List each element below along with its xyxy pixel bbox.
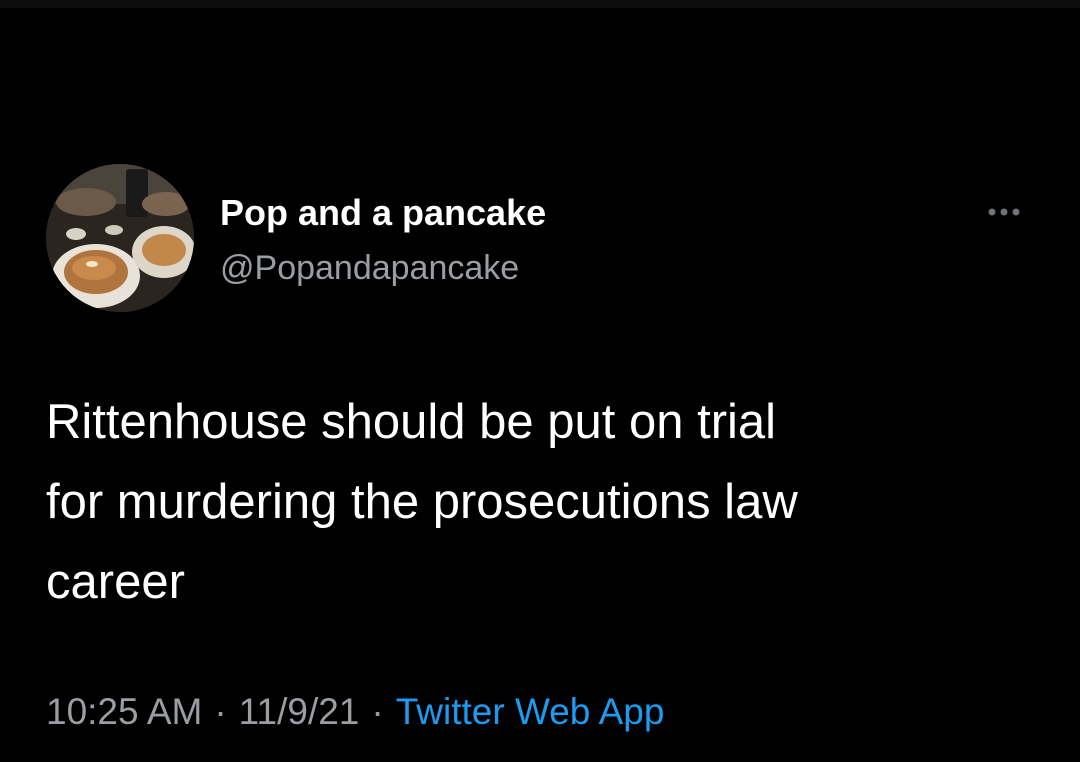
author-display-name[interactable]: Pop and a pancake <box>220 190 546 236</box>
author-handle[interactable]: @Popandapancake <box>220 246 519 290</box>
tweet-source-link[interactable]: Twitter Web App <box>396 691 665 732</box>
tweet-time[interactable]: 10:25 AM <box>46 691 202 732</box>
meta-separator: · <box>214 691 227 732</box>
tweet-date[interactable]: 11/9/21 <box>239 691 360 732</box>
meta-separator: · <box>371 691 384 732</box>
tweet-text: Rittenhouse should be put on trial for m… <box>46 395 798 609</box>
pancake-plate-photo-icon <box>46 164 194 312</box>
more-horizontal-icon[interactable] <box>982 200 1030 224</box>
tweet-card: Pop and a pancake @Popandapancake Ritten… <box>0 0 1080 762</box>
avatar[interactable] <box>46 164 194 312</box>
tweet-metadata: 10:25 AM · 11/9/21 · Twitter Web App <box>46 688 664 736</box>
